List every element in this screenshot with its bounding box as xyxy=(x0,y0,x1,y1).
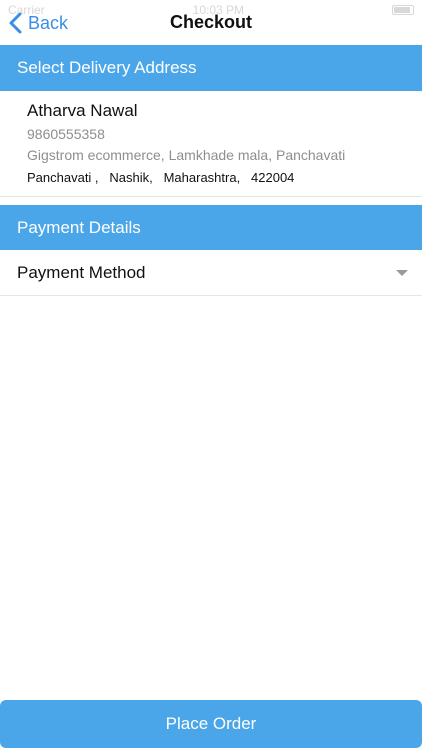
address-line: Gigstrom ecommerce, Lamkhade mala, Panch… xyxy=(27,147,346,163)
page-title: Checkout xyxy=(169,11,252,32)
payment-details-header: Payment Details xyxy=(0,205,422,250)
delivery-address-header: Select Delivery Address xyxy=(0,45,422,91)
address-area: Panchavati , xyxy=(27,170,99,185)
back-label: Back xyxy=(28,12,69,33)
address-phone: 9860555358 xyxy=(27,126,105,142)
address-city: Nashik, xyxy=(109,170,153,185)
checkout-screen: Carrier 10:03 PM Back Checkout Select De… xyxy=(0,0,422,750)
place-order-button[interactable]: Place Order xyxy=(0,700,422,748)
address-state: Maharashtra, xyxy=(163,170,241,185)
payment-method-dropdown[interactable]: Payment Method xyxy=(0,250,422,296)
address-name: Atharva Nawal xyxy=(27,101,138,120)
navigation-bar: Back Checkout xyxy=(0,0,422,44)
address-pincode: 422004 xyxy=(251,170,295,185)
address-city-line: Panchavati , Nashik, Maharashtra, 422004 xyxy=(27,170,395,185)
back-button[interactable]: Back xyxy=(8,9,68,37)
chevron-left-icon xyxy=(9,12,22,34)
caret-down-icon xyxy=(396,269,408,276)
payment-method-label: Payment Method xyxy=(17,262,146,282)
delivery-address-card[interactable]: Atharva Nawal 9860555358 Gigstrom ecomme… xyxy=(0,91,422,197)
